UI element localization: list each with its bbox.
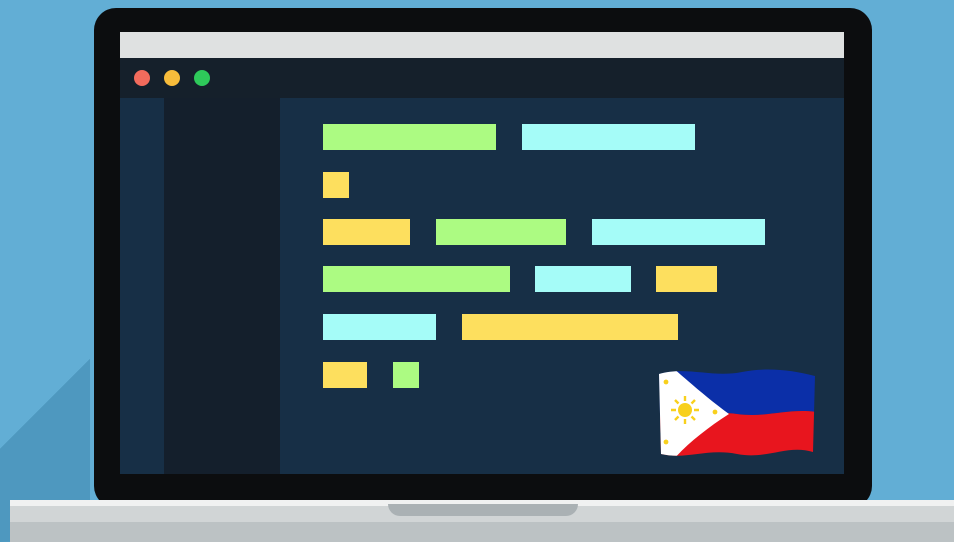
code-token	[522, 124, 695, 150]
code-token	[436, 219, 566, 245]
code-token	[323, 219, 410, 245]
close-window-icon[interactable]	[134, 70, 150, 86]
code-token	[656, 266, 717, 292]
laptop-screen	[120, 32, 844, 474]
philippines-flag-icon	[659, 369, 815, 456]
code-token	[323, 172, 349, 198]
code-token	[393, 362, 419, 388]
code-token	[323, 266, 510, 292]
code-token	[592, 219, 765, 245]
minimize-window-icon[interactable]	[164, 70, 180, 86]
code-token	[323, 362, 367, 388]
file-sidebar	[164, 98, 280, 474]
window-toolbar	[120, 58, 844, 98]
code-token	[462, 314, 678, 340]
maximize-window-icon[interactable]	[194, 70, 210, 86]
code-token	[323, 314, 436, 340]
line-number-gutter	[120, 98, 164, 474]
code-token	[535, 266, 631, 292]
window-title-strip	[120, 32, 844, 58]
laptop-lid-notch	[388, 504, 578, 516]
laptop-base-bottom	[10, 522, 954, 542]
code-token	[323, 124, 496, 150]
